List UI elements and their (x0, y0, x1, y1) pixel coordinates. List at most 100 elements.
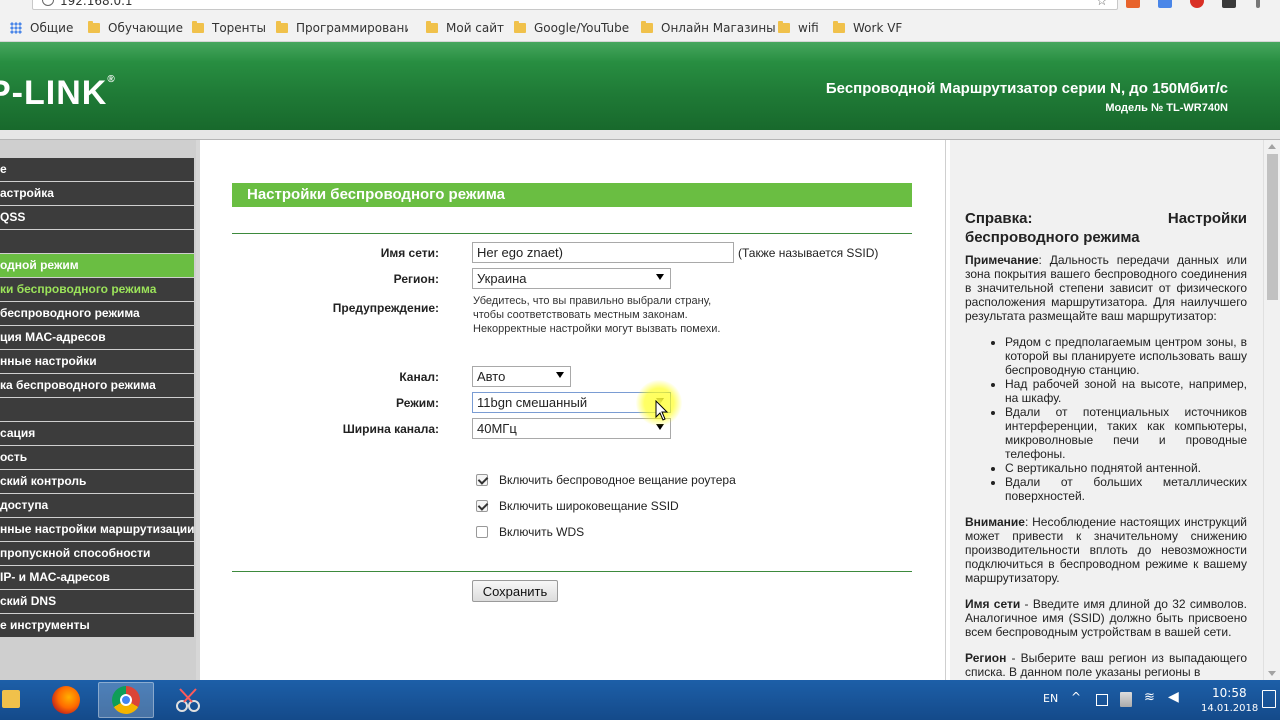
taskbar-folder-button[interactable] (0, 682, 36, 718)
warning-label: Предупреждение: (332, 301, 439, 315)
volume-icon[interactable]: ◀ (1168, 689, 1179, 705)
channel-select[interactable]: Авто (472, 366, 571, 387)
bookmark-folder[interactable]: wifi (778, 20, 819, 36)
scroll-up-icon[interactable] (1268, 144, 1276, 149)
region-select[interactable]: Украина (472, 268, 671, 289)
header-shine (0, 42, 1280, 62)
help-note-label: Примечание (965, 253, 1039, 267)
sidebar-item-wireless[interactable]: одной режим (0, 254, 194, 277)
sidebar-item-dhcp[interactable] (0, 398, 194, 421)
battery-icon[interactable] (1120, 692, 1132, 707)
sidebar-item-label: сация (0, 426, 36, 440)
extension-icon[interactable] (1190, 0, 1204, 8)
sidebar-item-security[interactable]: ость (0, 446, 194, 469)
help-scrollbar[interactable] (1263, 140, 1280, 680)
scissors-icon (176, 688, 200, 712)
ssid-broadcast-checkbox[interactable] (476, 500, 488, 512)
enable-wireless-checkbox[interactable] (476, 474, 488, 486)
sidebar-item-quick-setup[interactable]: астройка (0, 182, 194, 205)
sidebar-item-wireless-security[interactable]: беспроводного режима (0, 302, 194, 325)
network-icon[interactable] (1096, 694, 1108, 706)
sidebar-item-status[interactable]: е (0, 158, 194, 181)
sidebar-item-bandwidth-control[interactable]: пропускной способности (0, 542, 194, 565)
bookmark-apps[interactable]: Общие (10, 20, 73, 36)
ssid-input[interactable] (472, 242, 734, 263)
sidebar-item-label: е (0, 162, 7, 176)
dropdown-arrow-icon (656, 274, 664, 280)
browser-address-bar: 192.168.0.1 ☆ (0, 0, 1280, 14)
folder-icon (192, 21, 204, 33)
clock-time[interactable]: 10:58 (1212, 686, 1247, 700)
taskbar-chrome-button[interactable] (98, 682, 154, 718)
sidebar-item-access-control[interactable]: доступа (0, 494, 194, 517)
mouse-pointer-icon (655, 400, 669, 421)
sidebar-item-qss[interactable]: QSS (0, 206, 194, 229)
sidebar-item-label: е инструменты (0, 618, 90, 632)
bookmark-folder[interactable]: Work VF (833, 20, 902, 36)
dropdown-arrow-icon (556, 372, 564, 378)
sidebar-item-label: ка беспроводного режима (0, 378, 156, 392)
sidebar-item-system-tools[interactable]: е инструменты (0, 614, 194, 637)
sidebar-item-label: пропускной способности (0, 546, 151, 560)
bookmark-folder[interactable]: Программирование (276, 20, 408, 36)
sidebar-item-label: нные настройки маршрутизации (0, 522, 194, 536)
sidebar-item-wireless-settings[interactable]: ки беспроводного режима (0, 278, 194, 301)
menu-dots-icon[interactable] (1256, 0, 1260, 8)
scroll-thumb[interactable] (1267, 154, 1278, 300)
sidebar-item-label: одной режим (0, 258, 79, 272)
divider (232, 233, 912, 234)
sidebar-item-label: доступа (0, 498, 49, 512)
bookmark-label: Work VF (853, 21, 903, 35)
page-title: Настройки беспроводного режима (232, 183, 912, 207)
bookmark-label: Онлайн Магазины (661, 21, 776, 35)
sidebar-item-forwarding[interactable]: сация (0, 422, 194, 445)
wifi-icon[interactable]: ≋ (1144, 690, 1155, 705)
sidebar-item-network[interactable] (0, 230, 194, 253)
channel-value: Авто (477, 369, 506, 384)
url-field[interactable] (32, 0, 1118, 10)
language-indicator[interactable]: EN (1043, 692, 1058, 705)
tray-chevron-icon[interactable]: ^ (1071, 690, 1081, 704)
folder-icon (88, 21, 100, 33)
extension-icon[interactable] (1222, 0, 1236, 8)
bookmark-folder[interactable]: Торенты (192, 20, 266, 36)
bookmark-label: Мой сайт (446, 21, 505, 35)
channel-width-select[interactable]: 40МГц (472, 418, 671, 439)
notifications-icon[interactable] (1262, 690, 1276, 708)
bookmark-label: wifi (798, 21, 819, 35)
sidebar-item-wireless-advanced[interactable]: нные настройки (0, 350, 194, 373)
region-value: Украина (477, 271, 527, 286)
enable-wds-checkbox[interactable] (476, 526, 488, 538)
enable-wireless-label: Включить беспроводное вещание роутера (499, 473, 736, 487)
extension-icon[interactable] (1126, 0, 1140, 8)
enable-wds-label: Включить WDS (499, 525, 585, 539)
bookmark-folder[interactable]: Мой сайт (426, 20, 504, 36)
chrome-center-icon (120, 694, 132, 706)
bookmark-folder[interactable]: Онлайн Магазины (641, 20, 776, 36)
divider (232, 571, 912, 572)
bookmark-star-icon[interactable]: ☆ (1096, 0, 1108, 9)
bookmark-folder[interactable]: Обучающие (88, 20, 183, 36)
clock-date[interactable]: 14.01.2018 (1201, 703, 1258, 714)
sidebar-item-label: беспроводного режима (0, 306, 140, 320)
help-warning-label: Внимание (965, 515, 1025, 529)
sidebar-item-dynamic-dns[interactable]: ский DNS (0, 590, 194, 613)
sidebar-item-wireless-statistics[interactable]: ка беспроводного режима (0, 374, 194, 397)
sidebar-item-advanced-routing[interactable]: нные настройки маршрутизации (0, 518, 194, 541)
help-region-text: - Выберите ваш регион из выпадающего спи… (965, 651, 1247, 679)
warning-line: Убедитесь, что вы правильно выбрали стра… (473, 295, 712, 307)
sidebar-item-ip-mac-binding[interactable]: IP- и МАС-адресов (0, 566, 194, 589)
save-button[interactable]: Сохранить (472, 580, 558, 602)
sidebar-item-label: ский DNS (0, 594, 57, 608)
scroll-down-icon[interactable] (1268, 671, 1276, 676)
sidebar-item-parental-control[interactable]: ский контроль (0, 470, 194, 493)
header-divider (0, 130, 1280, 140)
region-label: Регион: (393, 272, 439, 286)
sidebar-item-mac-filtering[interactable]: ция МАС-адресов (0, 326, 194, 349)
help-ssid: Имя сети - Введите имя длиной до 32 симв… (965, 597, 1247, 639)
taskbar-firefox-button[interactable] (38, 682, 94, 718)
taskbar-snipping-button[interactable] (160, 682, 216, 718)
extension-icon[interactable] (1158, 0, 1172, 8)
url-text[interactable]: 192.168.0.1 (60, 0, 133, 8)
bookmark-folder[interactable]: Google/YouTube (514, 20, 629, 36)
